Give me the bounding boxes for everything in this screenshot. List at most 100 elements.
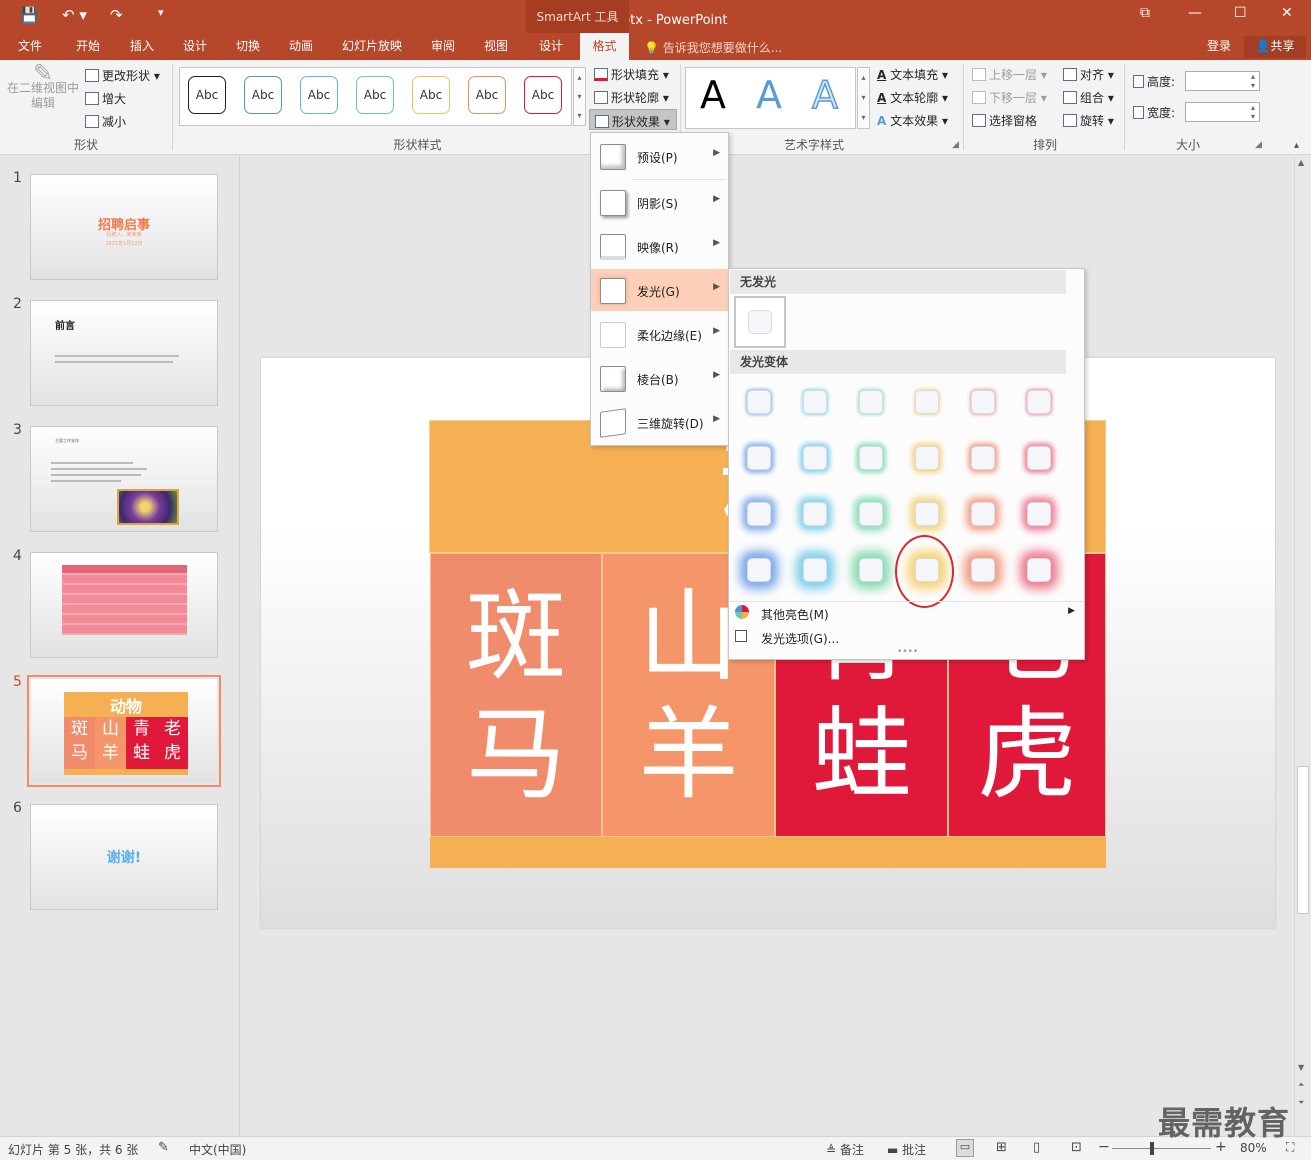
glow-variant-cyan-8pt[interactable]: [803, 446, 827, 470]
language-indicator[interactable]: 中文(中国): [189, 1141, 246, 1158]
send-backward-button[interactable]: 下移一层 ▾: [972, 89, 1047, 106]
slide-sorter-icon[interactable]: ⊞: [996, 1140, 1007, 1155]
wordart-scroll-buttons[interactable]: ▴ ▾ ▾: [857, 67, 870, 129]
smaller-button[interactable]: 减小: [85, 113, 126, 130]
collapse-ribbon-icon[interactable]: ▴: [1294, 140, 1299, 151]
shape-style-green[interactable]: Abc: [356, 76, 394, 114]
glow-variant-green-5pt[interactable]: [859, 390, 883, 414]
tell-me-search[interactable]: 💡 告诉我您想要做什么...: [644, 39, 782, 56]
reading-view-icon[interactable]: ▯: [1033, 1140, 1040, 1155]
tab-slideshow[interactable]: 幻灯片放映: [335, 33, 409, 60]
prev-slide-icon[interactable]: ⏶: [1298, 1080, 1304, 1090]
glow-variant-green-8pt[interactable]: [859, 446, 883, 470]
slide-thumbnail-1[interactable]: 招聘启事 招聘人：某某某 2021年1月12日: [30, 174, 218, 280]
menu-item-shadow[interactable]: 阴影(S) ▶: [591, 181, 728, 223]
shape-style-black[interactable]: Abc: [188, 76, 226, 114]
slide-thumbnail-4[interactable]: [30, 552, 218, 658]
rotate-button[interactable]: 旋转 ▾: [1063, 112, 1114, 129]
tab-file[interactable]: 文件: [8, 33, 52, 60]
bigger-button[interactable]: 增大: [85, 90, 126, 107]
tab-animations[interactable]: 动画: [279, 33, 323, 60]
glow-variant-blue-5pt[interactable]: [747, 390, 771, 414]
wordart-black[interactable]: A: [700, 73, 726, 117]
tab-view[interactable]: 视图: [474, 33, 518, 60]
change-shape-button[interactable]: 更改形状 ▾: [85, 67, 160, 84]
glow-variant-green-11pt[interactable]: [859, 502, 883, 526]
shape-style-red[interactable]: Abc: [524, 76, 562, 114]
normal-view-icon[interactable]: ▭: [956, 1139, 974, 1157]
resize-grip-icon[interactable]: ••••: [897, 647, 918, 657]
menu-item-preset[interactable]: 预设(P) ▶: [591, 135, 728, 177]
spellcheck-icon[interactable]: ✎: [158, 1140, 169, 1155]
text-outline-button[interactable]: A 文本轮廓 ▾: [877, 89, 948, 106]
share-button[interactable]: 👤共享: [1244, 36, 1306, 58]
notes-button[interactable]: ≜ 备注: [826, 1141, 864, 1158]
glow-variant-red-11pt[interactable]: [1027, 502, 1051, 526]
glow-variant-red-8pt[interactable]: [1027, 446, 1051, 470]
selection-pane-button[interactable]: 选择窗格: [972, 112, 1037, 129]
text-effects-button[interactable]: A 文本效果 ▾: [877, 112, 948, 129]
glow-variant-green-18pt[interactable]: [859, 558, 883, 582]
ribbon-display-icon[interactable]: ⧉: [1140, 5, 1150, 21]
tab-home[interactable]: 开始: [66, 33, 110, 60]
glow-options-item[interactable]: 发光选项(G)...: [735, 629, 1079, 649]
menu-item-glow[interactable]: 发光(G) ▶: [591, 269, 728, 311]
scroll-up-icon[interactable]: ▲: [1298, 158, 1304, 167]
glow-variant-blue-18pt[interactable]: [747, 558, 771, 582]
height-input[interactable]: ▴ ▾: [1185, 71, 1260, 91]
bring-forward-button[interactable]: 上移一层 ▾: [972, 66, 1047, 83]
scroll-thumb[interactable]: [1297, 766, 1309, 914]
shape-style-yellow[interactable]: Abc: [412, 76, 450, 114]
login-link[interactable]: 登录: [1198, 33, 1240, 60]
glow-variant-gold-8pt[interactable]: [915, 446, 939, 470]
gallery-scroll-buttons[interactable]: ▴ ▾ ▾: [573, 67, 586, 126]
zoom-slider-thumb[interactable]: [1150, 1142, 1154, 1155]
minimize-icon[interactable]: —: [1188, 5, 1202, 21]
tab-review[interactable]: 审阅: [421, 33, 465, 60]
glow-variant-orange-18pt[interactable]: [971, 558, 995, 582]
zoom-slider[interactable]: [1112, 1148, 1211, 1149]
glow-variant-orange-5pt[interactable]: [971, 390, 995, 414]
slideshow-icon[interactable]: ⊡: [1071, 1140, 1082, 1155]
menu-item-bevel[interactable]: 棱台(B) ▶: [591, 357, 728, 399]
glow-variant-cyan-18pt[interactable]: [803, 558, 827, 582]
next-slide-icon[interactable]: ⏷: [1298, 1098, 1304, 1108]
text-fill-button[interactable]: A 文本填充 ▾: [877, 66, 948, 83]
glow-variant-orange-8pt[interactable]: [971, 446, 995, 470]
glow-variant-red-18pt[interactable]: [1027, 558, 1051, 582]
maximize-icon[interactable]: ☐: [1234, 5, 1247, 21]
glow-variant-blue-11pt[interactable]: [747, 502, 771, 526]
glow-variant-cyan-5pt[interactable]: [803, 390, 827, 414]
vertical-scrollbar[interactable]: ▲ ▼ ⏶ ⏷: [1294, 156, 1311, 1136]
smartart-cell-zebra[interactable]: 斑 马: [430, 553, 602, 837]
shape-style-blue[interactable]: Abc: [244, 76, 282, 114]
comments-button[interactable]: ▬ 批注: [887, 1141, 926, 1158]
glow-variant-cyan-11pt[interactable]: [803, 502, 827, 526]
shape-style-cyan[interactable]: Abc: [300, 76, 338, 114]
more-glow-colors-item[interactable]: 其他亮色(M) ▶: [735, 605, 1079, 625]
glow-variant-gold-11pt[interactable]: [915, 502, 939, 526]
wordart-blue[interactable]: A: [756, 73, 782, 117]
shape-outline-button[interactable]: 形状轮廓 ▾: [594, 89, 669, 106]
glow-variant-blue-8pt[interactable]: [747, 446, 771, 470]
slide-thumbnail-5-selected[interactable]: 动物 斑马 山羊 青蛙 老虎: [27, 675, 221, 787]
tab-smartart-design[interactable]: 设计: [529, 33, 573, 60]
no-glow-option[interactable]: [734, 296, 786, 348]
glow-variant-red-5pt[interactable]: [1027, 390, 1051, 414]
glow-variant-gold-5pt[interactable]: [915, 390, 939, 414]
tab-design[interactable]: 设计: [173, 33, 217, 60]
edit-in-2d-button[interactable]: ✎ 在二维视图中编辑: [6, 61, 80, 111]
slide-thumbnail-6[interactable]: 谢谢!: [30, 804, 218, 910]
group-button[interactable]: 组合 ▾: [1063, 89, 1114, 106]
slide-thumbnail-3[interactable]: 主要工作安排: [30, 426, 218, 532]
menu-item-soft-edges[interactable]: 柔化边缘(E) ▶: [591, 313, 728, 355]
align-button[interactable]: 对齐 ▾: [1063, 66, 1114, 83]
dialog-launcher-icon[interactable]: ◢: [952, 140, 959, 150]
shape-effects-button[interactable]: 形状效果 ▾: [589, 109, 677, 130]
scroll-down-icon[interactable]: ▼: [1298, 1063, 1304, 1072]
slide-thumbnail-2[interactable]: 前言: [30, 300, 218, 406]
menu-item-reflection[interactable]: 映像(R) ▶: [591, 225, 728, 267]
tab-format[interactable]: 格式: [580, 33, 629, 60]
shape-style-orange[interactable]: Abc: [468, 76, 506, 114]
zoom-out-icon[interactable]: −: [1098, 1139, 1110, 1155]
